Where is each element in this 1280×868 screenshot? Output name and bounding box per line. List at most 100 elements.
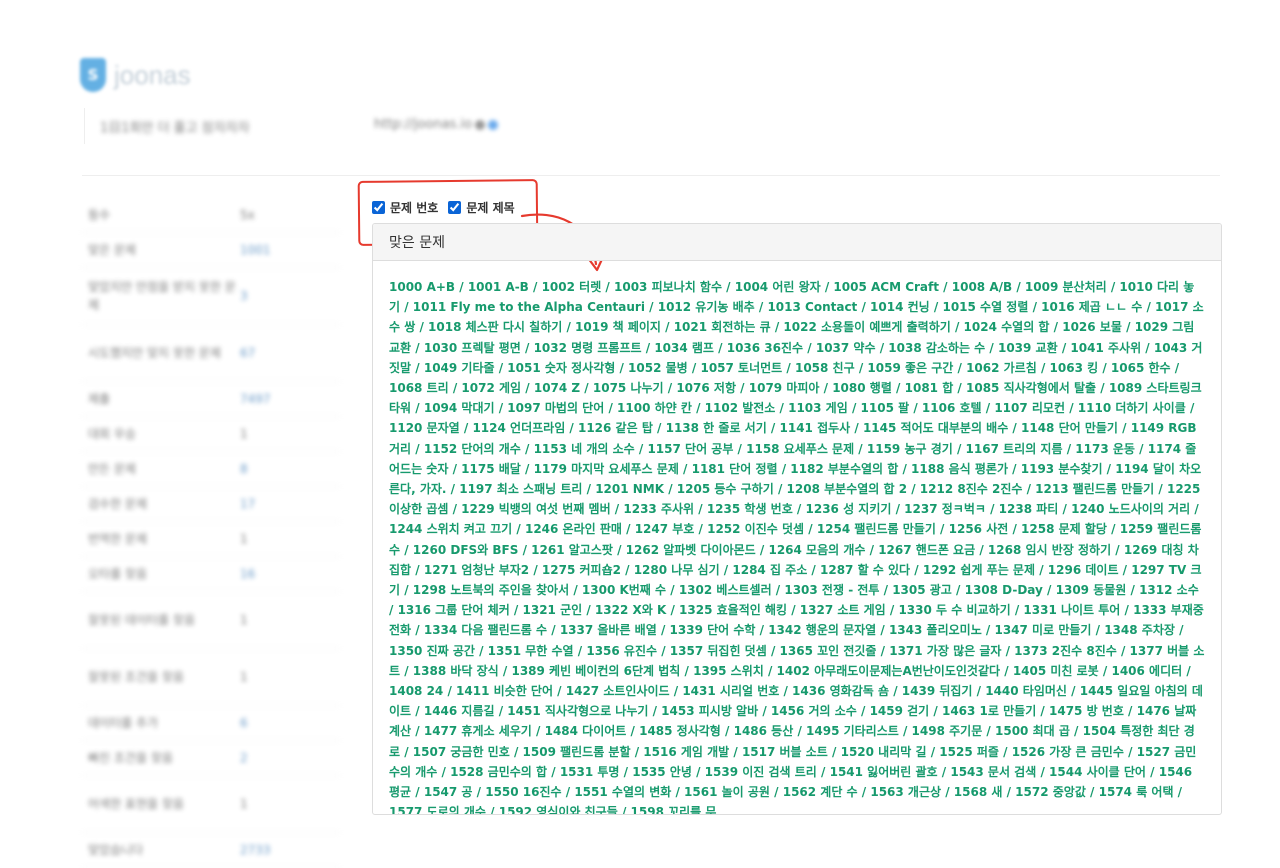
- stat-value[interactable]: 8: [240, 462, 248, 476]
- problem-link[interactable]: 1103 게임: [788, 401, 848, 415]
- problem-link[interactable]: 1009 분산처리: [1025, 280, 1107, 294]
- stat-value[interactable]: 5x: [240, 208, 255, 222]
- problem-link[interactable]: 1106 호텔: [922, 401, 982, 415]
- problem-link[interactable]: 1004 어린 왕자: [735, 280, 821, 294]
- problem-link[interactable]: 1525 퍼즐: [939, 745, 999, 759]
- problem-title-toggle[interactable]: 문제 제목: [448, 199, 515, 216]
- problem-link[interactable]: 1141 접두사: [780, 421, 851, 435]
- problem-link[interactable]: 1463 1로 만들기: [942, 704, 1036, 718]
- problem-link[interactable]: 1264 모음의 개수: [768, 543, 865, 557]
- problem-link[interactable]: 1321 군인: [523, 603, 583, 617]
- problem-link[interactable]: 1475 방 번호: [1049, 704, 1124, 718]
- problem-link[interactable]: 1018 체스판 다시 칠하기: [428, 320, 562, 334]
- problem-link[interactable]: 1312 소수: [1139, 583, 1199, 597]
- problem-link[interactable]: 1539 이진 검색 트리: [705, 765, 817, 779]
- problem-link[interactable]: 1236 성 지키기: [806, 502, 892, 516]
- problem-link[interactable]: 1541 잃어버린 괄호: [830, 765, 938, 779]
- problem-link[interactable]: 1075 나누기: [593, 381, 664, 395]
- stat-value[interactable]: 1: [240, 670, 248, 684]
- problem-link[interactable]: 1201 NMK: [595, 482, 664, 496]
- problem-link[interactable]: 1034 램프: [654, 341, 714, 355]
- problem-link[interactable]: 1148 단어 만들기: [1021, 421, 1118, 435]
- stat-value[interactable]: 1: [240, 532, 248, 546]
- problem-link[interactable]: 1197 최소 스패닝 트리: [459, 482, 582, 496]
- problem-link[interactable]: 1271 엄청난 부자2: [424, 563, 529, 577]
- problem-link[interactable]: 1287 할 수 있다: [820, 563, 910, 577]
- problem-link[interactable]: 1325 효율적인 해킹: [679, 603, 787, 617]
- problem-link[interactable]: 1001 A-B: [468, 280, 529, 294]
- problem-link[interactable]: 1500 최대 곱: [995, 724, 1070, 738]
- problem-link[interactable]: 1008 A/B: [952, 280, 1012, 294]
- problem-link[interactable]: 1405 미친 로봇: [1013, 664, 1099, 678]
- problem-link[interactable]: 1032 명령 프롬프트: [534, 341, 642, 355]
- problem-link[interactable]: 1110 더하기 사이클: [1078, 401, 1186, 415]
- problem-link[interactable]: 1024 수열의 합: [964, 320, 1050, 334]
- problem-link[interactable]: 1544 사이클 단어: [1049, 765, 1146, 779]
- problem-link[interactable]: 1440 타임머신: [985, 684, 1067, 698]
- problem-link[interactable]: 1568 새: [954, 785, 1003, 799]
- joonas-logo[interactable]: S joonas: [80, 58, 191, 92]
- problem-link[interactable]: 1233 주사위: [623, 502, 694, 516]
- problem-link[interactable]: 1547 공: [424, 785, 473, 799]
- problem-link[interactable]: 1572 중앙값: [1015, 785, 1086, 799]
- problem-link[interactable]: 1486 등산: [734, 724, 794, 738]
- problem-link[interactable]: 1124 언더프라임: [472, 421, 565, 435]
- problem-link[interactable]: 1059 좋은 구간: [867, 361, 953, 375]
- problem-link[interactable]: 1509 팰린드롬 분할: [523, 745, 631, 759]
- problem-link[interactable]: 1268 임시 반장 정하기: [988, 543, 1111, 557]
- problem-number-checkbox[interactable]: [372, 201, 385, 214]
- problem-link[interactable]: 1256 사전: [949, 522, 1009, 536]
- problem-link[interactable]: 1080 행렬: [832, 381, 892, 395]
- problem-link[interactable]: 1051 숫자 정사각형: [507, 361, 615, 375]
- problem-link[interactable]: 1000 A+B: [389, 280, 455, 294]
- problem-link[interactable]: 1389 케빈 베이컨의 6단계 법칙: [511, 664, 680, 678]
- problem-link[interactable]: 1237 정ㅋ벅ㅋ: [904, 502, 986, 516]
- problem-link[interactable]: 1138 한 줄로 서기: [666, 421, 767, 435]
- problem-link[interactable]: 1258 문제 할당: [1021, 522, 1107, 536]
- stat-value[interactable]: 1: [240, 613, 248, 627]
- problem-link[interactable]: 1063 킹: [1050, 361, 1099, 375]
- problem-link[interactable]: 1159 농구 경기: [867, 442, 953, 456]
- problem-link[interactable]: 1208 부분수열의 합 2: [787, 482, 908, 496]
- problem-link[interactable]: 1205 등수 구하기: [677, 482, 774, 496]
- problem-link[interactable]: 1246 온라인 판매: [525, 522, 622, 536]
- stat-value[interactable]: 6: [240, 716, 248, 730]
- problem-link[interactable]: 1356 유진수: [586, 644, 657, 658]
- homepage-url[interactable]: http://joonas.io: [374, 117, 472, 132]
- problem-link[interactable]: 1562 계단 수: [783, 785, 858, 799]
- problem-link[interactable]: 1212 8진수 2진수: [920, 482, 1023, 496]
- problem-link[interactable]: 1036 36진수: [727, 341, 803, 355]
- problem-link[interactable]: 1411 비슷한 단어: [456, 684, 553, 698]
- problem-link[interactable]: 1026 보물: [1062, 320, 1122, 334]
- problem-link[interactable]: 1002 터렛: [542, 280, 602, 294]
- problem-link[interactable]: 1100 하얀 칸: [617, 401, 692, 415]
- problem-link[interactable]: 1181 단어 정렬: [692, 462, 778, 476]
- problem-link[interactable]: 1303 전쟁 - 전투: [784, 583, 879, 597]
- problem-link[interactable]: 1451 직사각형으로 나누기: [507, 704, 648, 718]
- problem-link[interactable]: 1037 약수: [816, 341, 876, 355]
- problem-link[interactable]: 1014 컨닝: [870, 300, 930, 314]
- problem-link[interactable]: 1120 문자열: [389, 421, 460, 435]
- problem-link[interactable]: 1013 Contact: [767, 300, 857, 314]
- problem-link[interactable]: 1152 단어의 개수: [424, 442, 521, 456]
- stat-value[interactable]: 3: [240, 289, 248, 303]
- problem-link[interactable]: 1528 금민수의 합: [450, 765, 547, 779]
- problem-link[interactable]: 1343 폴리오미노: [889, 623, 982, 637]
- problem-link[interactable]: 1516 게임 개발: [643, 745, 729, 759]
- problem-link[interactable]: 1446 지름길: [424, 704, 495, 718]
- problem-link[interactable]: 1252 이진수 덧셈: [707, 522, 804, 536]
- problem-link[interactable]: 1167 트리의 지름: [966, 442, 1063, 456]
- problem-link[interactable]: 1337 올바른 배열: [560, 623, 657, 637]
- problem-link[interactable]: 1126 같은 탑: [578, 421, 653, 435]
- problem-link[interactable]: 1058 친구: [795, 361, 855, 375]
- stat-value[interactable]: 1: [240, 797, 248, 811]
- problem-link[interactable]: 1284 집 주소: [732, 563, 807, 577]
- problem-link[interactable]: 1550 16진수: [485, 785, 561, 799]
- homepage-link[interactable]: http://joonas.io: [374, 117, 499, 132]
- problem-link[interactable]: 1005 ACM Craft: [833, 280, 939, 294]
- problem-link[interactable]: 1427 소트인사이드: [566, 684, 670, 698]
- problem-link[interactable]: 1254 팰린드롬 만들기: [817, 522, 936, 536]
- problem-link[interactable]: 1262 알파벳 다이아몬드: [626, 543, 756, 557]
- problem-link[interactable]: 1057 토너먼트: [700, 361, 782, 375]
- problem-link[interactable]: 1292 쉽게 푸는 문제: [923, 563, 1035, 577]
